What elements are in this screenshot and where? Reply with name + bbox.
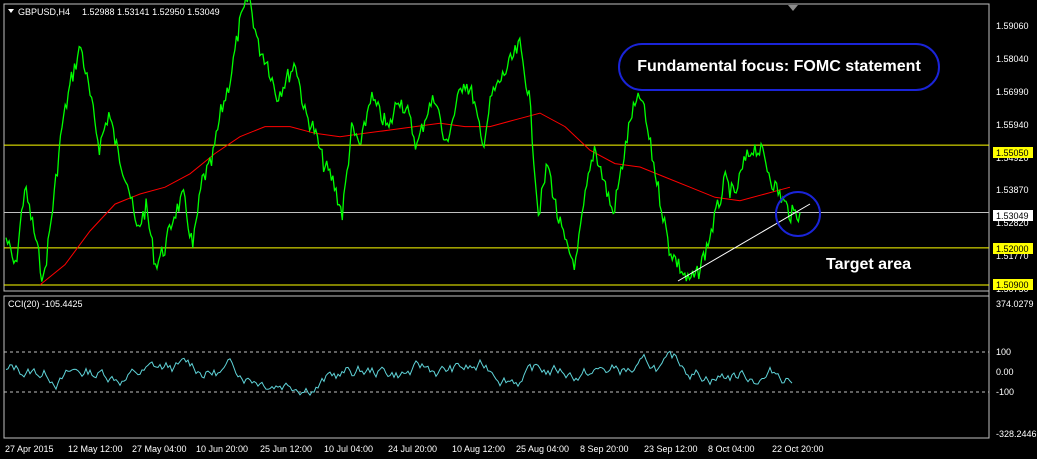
- symbol-label: GBPUSD,H4: [18, 7, 70, 17]
- cci-line: [5, 350, 793, 396]
- current-price-label: 1.53049: [996, 211, 1029, 221]
- cci-panel-frame: [3, 295, 990, 439]
- support-trendline[interactable]: [677, 203, 811, 282]
- moving-average-line: [39, 112, 791, 286]
- annotation-bubble[interactable]: Fundamental focus: FOMC statement: [618, 43, 940, 91]
- price-tick: 1.53870: [996, 185, 1029, 195]
- time-tick: 27 May 04:00: [132, 444, 187, 454]
- circle-marker[interactable]: [775, 191, 821, 237]
- time-tick: 12 May 12:00: [68, 444, 123, 454]
- time-tick: 10 Jun 20:00: [196, 444, 248, 454]
- time-tick: 22 Oct 20:00: [772, 444, 824, 454]
- time-tick: 8 Oct 04:00: [708, 444, 755, 454]
- dropdown-arrow-icon[interactable]: [8, 9, 14, 13]
- time-tick: 27 Apr 2015: [5, 444, 54, 454]
- time-tick: 10 Jul 04:00: [324, 444, 373, 454]
- cci-tick: 0.00: [996, 367, 1014, 377]
- level-labels: 1.55050 1.53049 1.52000 1.50900: [993, 147, 1033, 290]
- price-tick: 1.56990: [996, 87, 1029, 97]
- cci-tick: -328.2446: [996, 429, 1037, 439]
- time-axis: 27 Apr 2015 12 May 12:00 27 May 04:00 10…: [5, 444, 824, 454]
- ohlc-label: 1.52988 1.53141 1.52950 1.53049: [82, 7, 220, 17]
- level-label: 1.50900: [996, 280, 1029, 290]
- time-tick: 24 Jul 20:00: [388, 444, 437, 454]
- cci-tick: 374.0279: [996, 299, 1034, 309]
- cci-label: CCI(20) -105.4425: [8, 299, 83, 309]
- time-tick: 10 Aug 12:00: [452, 444, 505, 454]
- time-tick: 25 Aug 04:00: [516, 444, 569, 454]
- cci-tick: 100: [996, 347, 1011, 357]
- time-tick: 23 Sep 12:00: [644, 444, 698, 454]
- price-tick: 1.58040: [996, 54, 1029, 64]
- price-tick: 1.59060: [996, 21, 1029, 31]
- time-tick: 8 Sep 20:00: [580, 444, 629, 454]
- level-label: 1.55050: [996, 148, 1029, 158]
- price-tick: 1.55940: [996, 120, 1029, 130]
- time-tick: 25 Jun 12:00: [260, 444, 312, 454]
- shift-marker-icon[interactable]: [788, 5, 798, 11]
- cci-tick: -100: [996, 387, 1014, 397]
- target-area-label[interactable]: Target area: [826, 256, 911, 274]
- level-label: 1.52000: [996, 244, 1029, 254]
